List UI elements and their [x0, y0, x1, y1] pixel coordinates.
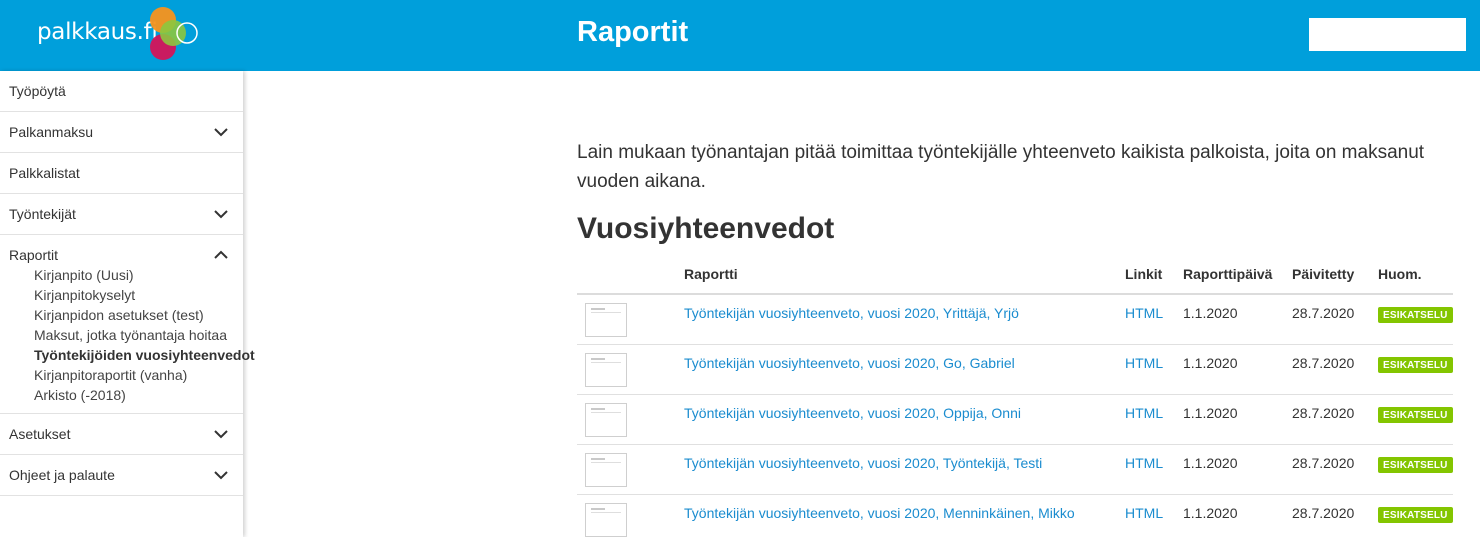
sidebar-subitem[interactable]: Maksut, jotka työnantaja hoitaa: [34, 325, 243, 345]
report-link[interactable]: Työntekijän vuosiyhteenveto, vuosi 2020,…: [684, 355, 1015, 371]
column-header-links: Linkit: [1125, 254, 1183, 295]
column-header-report: Raportti: [684, 254, 1125, 295]
status-badge: ESIKATSELU: [1378, 456, 1453, 473]
sidebar-subitem[interactable]: Kirjanpidon asetukset (test): [34, 305, 243, 325]
header-user-box[interactable]: [1309, 18, 1466, 51]
report-date: 1.1.2020: [1183, 394, 1292, 445]
status-badge: ESIKATSELU: [1378, 307, 1453, 323]
sidebar-item-label: Työpöytä: [9, 83, 66, 99]
sidebar-subitem-active[interactable]: Työntekijöiden vuosiyhteenvedot: [34, 345, 255, 365]
report-date: 1.1.2020: [1183, 494, 1292, 537]
sidebar-item-label: Palkkalistat: [9, 165, 80, 181]
column-header-note: Huom.: [1378, 254, 1453, 295]
report-date: 1.1.2020: [1183, 344, 1292, 395]
status-badge: ESIKATSELU: [1378, 356, 1453, 373]
sidebar-item-palkkalistat[interactable]: Palkkalistat: [0, 153, 243, 194]
table-row: Työntekijän vuosiyhteenveto, vuosi 2020,…: [577, 294, 1453, 345]
report-thumbnail[interactable]: [585, 452, 627, 487]
updated-date: 28.7.2020: [1292, 394, 1378, 445]
sidebar-item-palkanmaksu[interactable]: Palkanmaksu: [0, 112, 243, 153]
table-row: Työntekijän vuosiyhteenveto, vuosi 2020,…: [577, 344, 1453, 395]
sidebar-item-label: Ohjeet ja palaute: [9, 467, 115, 483]
sidebar-item-raportit[interactable]: Raportit Kirjanpito (Uusi) Kirjanpitokys…: [0, 235, 255, 414]
page-title: Raportit: [577, 16, 689, 48]
section-title: Vuosiyhteenvedot: [577, 212, 835, 245]
status-badge: ESIKATSELU: [1378, 506, 1453, 523]
reports-table: Raportti Linkit Raporttipäivä Päivitetty…: [577, 254, 1453, 537]
report-link[interactable]: Työntekijän vuosiyhteenveto, vuosi 2020,…: [684, 505, 1075, 521]
chevron-up-icon[interactable]: [213, 247, 229, 263]
report-thumbnail[interactable]: [585, 402, 627, 437]
sidebar-subitem[interactable]: Kirjanpitoraportit (vanha): [34, 365, 243, 385]
column-header-updated: Päivitetty: [1292, 254, 1378, 295]
report-link[interactable]: Työntekijän vuosiyhteenveto, vuosi 2020,…: [684, 405, 1021, 421]
html-link[interactable]: HTML: [1125, 355, 1163, 371]
report-thumbnail[interactable]: [585, 502, 627, 537]
updated-date: 28.7.2020: [1292, 444, 1378, 495]
logo-mark-icon: [150, 7, 198, 60]
html-link[interactable]: HTML: [1125, 455, 1163, 471]
intro-text: Lain mukaan työnantajan pitää toimittaa …: [577, 142, 1425, 192]
table-row: Työntekijän vuosiyhteenveto, vuosi 2020,…: [577, 444, 1453, 495]
sidebar-item-label: Työntekijät: [9, 206, 76, 222]
status-badge: ESIKATSELU: [1378, 406, 1453, 423]
html-link[interactable]: HTML: [1125, 405, 1163, 421]
updated-date: 28.7.2020: [1292, 344, 1378, 395]
updated-date: 28.7.2020: [1292, 494, 1378, 537]
report-link[interactable]: Työntekijän vuosiyhteenveto, vuosi 2020,…: [684, 305, 1019, 321]
column-header-thumbnail: [577, 254, 684, 295]
column-header-report-date: Raporttipäivä: [1183, 254, 1292, 295]
report-thumbnail[interactable]: [585, 303, 627, 337]
logo[interactable]: palkkaus.fi: [0, 0, 243, 71]
sidebar-subitem[interactable]: Arkisto (-2018): [34, 385, 243, 405]
html-link[interactable]: HTML: [1125, 305, 1163, 321]
logo-text: palkkaus.fi: [37, 19, 158, 45]
table-row: Työntekijän vuosiyhteenveto, vuosi 2020,…: [577, 394, 1453, 445]
sidebar-item-tyopoyta[interactable]: Työpöytä: [0, 71, 243, 112]
report-date: 1.1.2020: [1183, 444, 1292, 495]
sidebar: Työpöytä Palkanmaksu Palkkalistat Työnte…: [0, 71, 255, 537]
report-link[interactable]: Työntekijän vuosiyhteenveto, vuosi 2020,…: [684, 455, 1042, 471]
sidebar-item-label: Palkanmaksu: [9, 124, 94, 140]
sidebar-item-label: Asetukset: [9, 426, 71, 442]
sidebar-item-asetukset[interactable]: Asetukset: [0, 414, 243, 455]
chevron-down-icon[interactable]: [213, 124, 229, 140]
sidebar-item-ohjeet[interactable]: Ohjeet ja palaute: [0, 455, 243, 496]
html-link[interactable]: HTML: [1125, 505, 1163, 521]
chevron-down-icon[interactable]: [213, 206, 229, 222]
report-thumbnail[interactable]: [585, 352, 627, 387]
report-date: 1.1.2020: [1183, 294, 1292, 345]
chevron-down-icon[interactable]: [213, 467, 229, 483]
updated-date: 28.7.2020: [1292, 294, 1378, 345]
sidebar-subitem[interactable]: Kirjanpito (Uusi): [34, 265, 243, 285]
chevron-down-icon[interactable]: [213, 426, 229, 442]
sidebar-subnav: Kirjanpito (Uusi) Kirjanpitokyselyt Kirj…: [9, 265, 255, 405]
top-header: palkkaus.fi Raportit: [0, 0, 1480, 71]
sidebar-item-tyontekijat[interactable]: Työntekijät: [0, 194, 243, 235]
table-row: Työntekijän vuosiyhteenveto, vuosi 2020,…: [577, 494, 1453, 537]
table-header-row: Raportti Linkit Raporttipäivä Päivitetty…: [577, 254, 1453, 295]
sidebar-subitem[interactable]: Kirjanpitokyselyt: [34, 285, 243, 305]
